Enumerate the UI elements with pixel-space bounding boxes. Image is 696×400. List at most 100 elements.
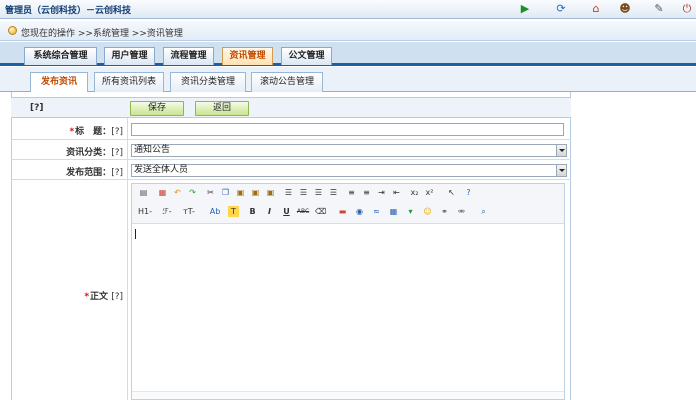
tab-news-management[interactable]: 资讯管理 [222,47,273,65]
tab-workflow-management[interactable]: 流程管理 [163,47,214,65]
back-button[interactable]: 返回 [195,101,249,116]
title-help[interactable]: [?] [111,127,123,137]
paste-word-icon[interactable]: ▣ [265,187,276,198]
font-family-icon[interactable]: ℱ- [158,206,176,217]
editor-resize-bar[interactable] [132,391,564,399]
tab-label: 流程管理 [170,51,207,61]
required-mark: * [84,292,90,302]
preview-icon[interactable]: ▦ [157,187,168,198]
breadcrumb-bar: 您现在的操作 >>系统管理 >>资讯管理 [0,21,696,41]
subtab-publish-news[interactable]: 发布资讯 [30,72,88,93]
editor-toolbar: ▤ ▦ ↶ ↷ ✂ ❐ ▣ ▣ ▣ ☰ ☰ ☰ ☰ ≡ ≡ ⇥ ⇤ x₂ x² … [132,184,564,224]
tab-label: 系统综合管理 [33,51,88,61]
select-all-icon[interactable]: ↖ [446,187,457,198]
tab-system-overview[interactable]: 系统综合管理 [24,47,97,65]
home-icon[interactable]: ⌂ [589,2,603,16]
search-icon[interactable]: ⌕ [478,206,489,217]
superscript-icon[interactable]: x² [424,187,435,198]
category-select[interactable]: 通知公告 [131,144,567,157]
category-row: 资讯分类：[?] 通知公告 [11,140,571,160]
outdent-icon[interactable]: ⇤ [391,187,402,198]
tab-user-management[interactable]: 用户管理 [104,47,155,65]
required-mark: * [69,127,75,137]
flash-icon[interactable]: ≈ [371,206,382,217]
body-label: *正文 [?] [11,180,128,400]
exit-icon[interactable]: ⏻ [680,2,694,16]
subtab-all-news[interactable]: 所有资讯列表 [94,72,164,92]
subtab-scrolling-notices[interactable]: 滚动公告管理 [251,72,323,92]
undo-icon[interactable]: ↶ [172,187,183,198]
font-size-icon[interactable]: тT- [180,206,198,217]
tab-document-management[interactable]: 公文管理 [281,47,332,65]
subtab-label: 资讯分类管理 [180,77,235,87]
ordered-list-icon[interactable]: ≡ [346,187,357,198]
anchor-icon[interactable]: ⚭ [439,206,450,217]
underline-icon[interactable]: U [281,206,292,217]
strikethrough-icon[interactable]: ABC [296,206,310,217]
title-label-text: 标 题： [75,127,112,137]
align-justify-icon[interactable]: ☰ [328,187,339,198]
text-color-icon[interactable]: Ab [208,206,222,217]
category-label-text: 资讯分类： [66,148,112,158]
action-row: [?] 保存 返回 [11,97,571,118]
chevron-down-icon[interactable] [556,145,566,156]
help-icon[interactable]: ? [463,187,474,198]
image-icon[interactable]: ◉ [354,206,365,217]
table-icon[interactable]: ▦ [388,206,399,217]
tab-label: 用户管理 [111,51,148,61]
main-nav: 系统综合管理 用户管理 流程管理 资讯管理 公文管理 [0,42,696,66]
subtab-label: 发布资讯 [40,77,77,87]
scope-label: 发布范围：[?] [11,160,128,179]
title-row: *标 题：[?] [11,118,571,140]
scope-row: 发布范围：[?] 发送全体人员 [11,160,571,180]
title-label: *标 题：[?] [11,118,128,139]
cut-icon[interactable]: ✂ [205,187,216,198]
unordered-list-icon[interactable]: ≡ [361,187,372,198]
tab-label: 公文管理 [288,51,325,61]
background-color-icon[interactable]: T [228,206,239,217]
edit-icon[interactable]: ✎ [652,2,666,16]
italic-icon[interactable]: I [264,206,275,217]
bulb-icon [8,26,17,35]
scope-label-text: 发布范围： [66,168,112,178]
rich-text-editor: ▤ ▦ ↶ ↷ ✂ ❐ ▣ ▣ ▣ ☰ ☰ ☰ ☰ ≡ ≡ ⇥ ⇤ x₂ x² … [131,183,565,400]
redo-icon[interactable]: ↷ [187,187,198,198]
align-right-icon[interactable]: ☰ [313,187,324,198]
category-help[interactable]: [?] [111,148,123,158]
subtab-label: 所有资讯列表 [101,77,156,87]
bold-icon[interactable]: B [247,206,258,217]
text-cursor [135,229,136,239]
help-link[interactable]: [?] [30,103,43,113]
save-button[interactable]: 保存 [130,101,184,116]
scope-help[interactable]: [?] [111,168,123,178]
source-icon[interactable]: ▤ [138,187,149,198]
insert-line-icon[interactable]: ▾ [405,206,416,217]
body-label-text: 正文 [90,292,109,302]
align-center-icon[interactable]: ☰ [298,187,309,198]
subtab-news-categories[interactable]: 资讯分类管理 [170,72,246,92]
unlink-icon[interactable]: ⚮ [456,206,467,217]
subscript-icon[interactable]: x₂ [409,187,420,198]
category-select-value: 通知公告 [134,145,171,155]
copy-icon[interactable]: ❐ [220,187,231,198]
body-help[interactable]: [?] [111,292,123,302]
user-icon[interactable]: ☻ [618,2,632,16]
category-label: 资讯分类：[?] [11,140,128,159]
subtab-label: 滚动公告管理 [259,77,314,87]
indent-icon[interactable]: ⇥ [376,187,387,198]
scope-select[interactable]: 发送全体人员 [131,164,567,177]
scope-select-value: 发送全体人员 [134,165,189,175]
top-bar: 管理员（云创科技）－云创科技 ▶ ⟳ ⌂ ☻ ✎ ⏻ [0,0,696,19]
emoticon-icon[interactable]: ☺ [422,206,433,217]
remove-format-icon[interactable]: ⌫ [315,206,326,217]
align-left-icon[interactable]: ☰ [283,187,294,198]
paste-icon[interactable]: ▣ [235,187,246,198]
chevron-down-icon[interactable] [556,165,566,176]
link-icon[interactable]: ▬ [337,206,348,217]
refresh-icon[interactable]: ⟳ [554,2,568,16]
play-icon[interactable]: ▶ [518,2,532,16]
paste-text-icon[interactable]: ▣ [250,187,261,198]
title-input[interactable] [131,123,564,136]
tab-label: 资讯管理 [229,51,266,61]
heading-icon[interactable]: H1- [136,206,154,217]
